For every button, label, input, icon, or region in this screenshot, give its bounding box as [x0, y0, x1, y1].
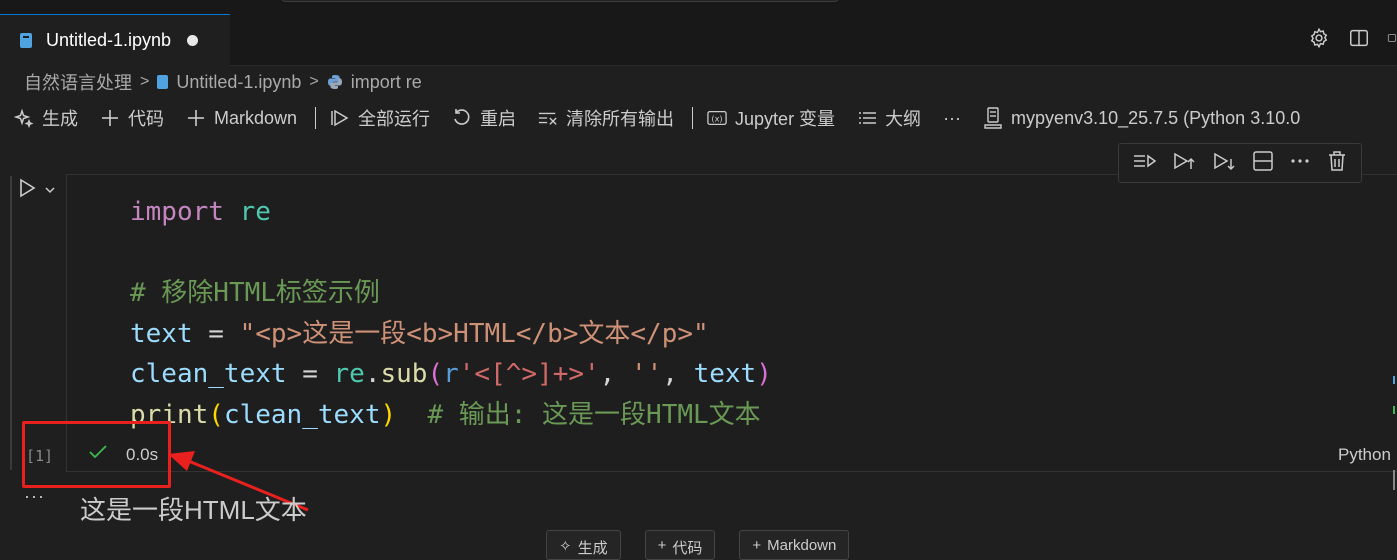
run-above-icon[interactable]	[1172, 150, 1196, 177]
more-icon[interactable]	[1289, 150, 1311, 177]
add-cell-buttons: ✧ 生成 + 代码 + Markdown	[546, 530, 850, 560]
sparkle-icon: ✧	[559, 538, 572, 555]
run-below-icon[interactable]	[1212, 150, 1236, 177]
cell-output-text: 这是一段HTML文本	[80, 495, 307, 525]
red-annotation-arrow	[168, 451, 309, 512]
add-code-button[interactable]: + 代码	[644, 530, 716, 560]
add-generate-button[interactable]: ✧ 生成	[546, 530, 621, 560]
add-markdown-button[interactable]: + Markdown	[739, 530, 850, 560]
minimap-markers	[1393, 376, 1395, 490]
cell-toolbar	[1118, 143, 1362, 183]
output-more-button[interactable]: ···	[24, 486, 45, 507]
split-cell-icon[interactable]	[1252, 150, 1274, 177]
trash-icon[interactable]	[1327, 150, 1347, 177]
run-by-line-icon[interactable]	[1133, 150, 1157, 177]
